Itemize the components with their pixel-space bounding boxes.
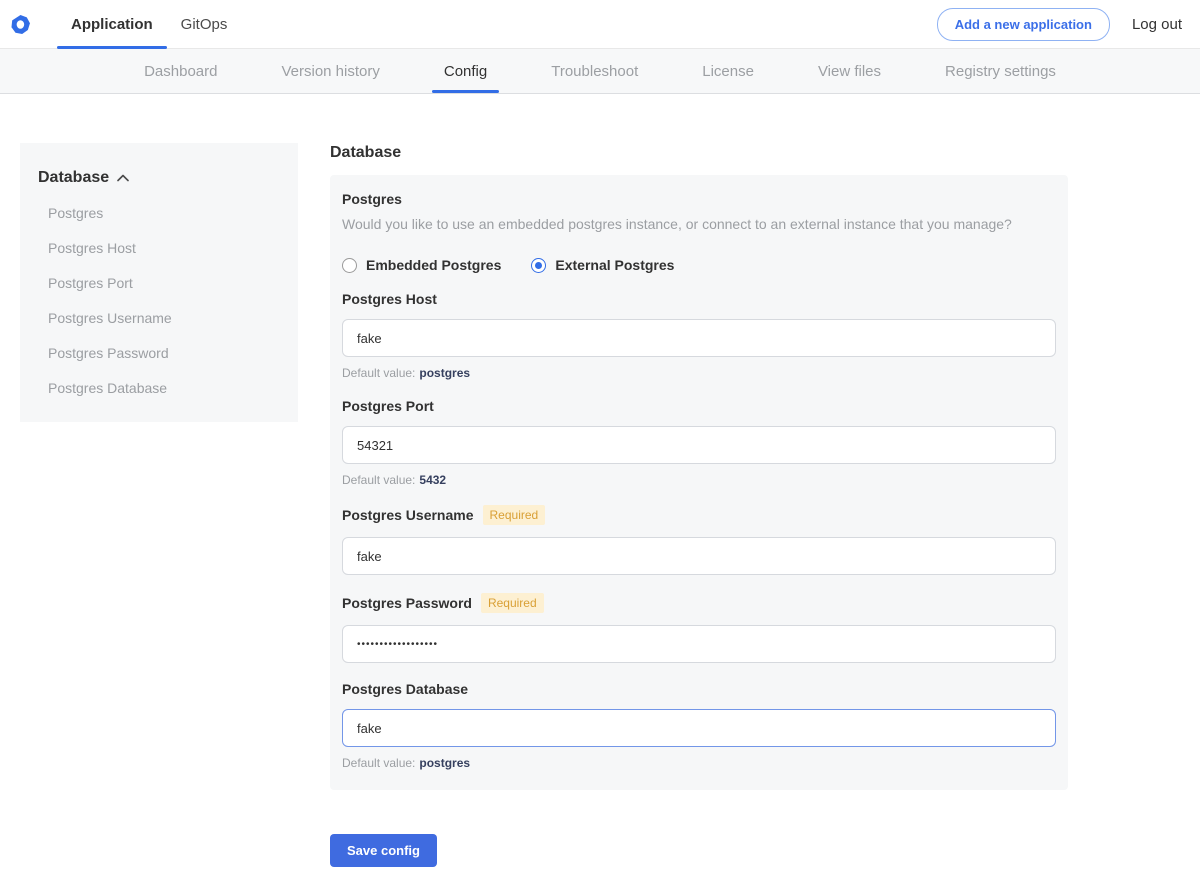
postgres-radio-group: Embedded Postgres External Postgres [342,257,1056,273]
radio-option-label: External Postgres [555,257,674,273]
field-default-row: Default value: postgres [342,366,1056,380]
sidebar-items: Postgres Postgres Host Postgres Port Pos… [38,196,282,406]
field-input[interactable] [342,537,1056,575]
logout-link[interactable]: Log out [1132,16,1182,33]
field-label-row: Postgres Password Required [342,593,1056,613]
default-value-prefix: Default value: [342,756,415,770]
chevron-up-icon [117,174,129,182]
subnav-item[interactable]: Config [442,49,489,93]
sidebar-group-database[interactable]: Database [38,169,282,187]
subnav-item-label: Registry settings [945,63,1056,80]
subnav-item-label: License [702,63,754,80]
config-field: Postgres Username Required [342,505,1056,575]
required-badge: Required [481,593,544,613]
field-label-row: Postgres Host [342,291,1056,307]
subnav-item[interactable]: License [700,49,756,93]
subnav-item-label: Version history [281,63,379,80]
default-value: postgres [419,756,470,770]
subnav-item[interactable]: View files [816,49,883,93]
field-label: Postgres Database [342,681,468,697]
default-value: 5432 [419,473,446,487]
config-group-title: Database [330,143,1068,162]
sidebar-item-label: Postgres Password [48,345,169,361]
add-new-application-button[interactable]: Add a new application [937,8,1110,41]
default-value-prefix: Default value: [342,366,415,380]
save-config-button[interactable]: Save config [330,834,437,867]
field-default-row: Default value: 5432 [342,473,1056,487]
header-tab-label: Application [71,16,153,33]
sidebar-item-label: Postgres Username [48,310,172,326]
radio-option-label: Embedded Postgres [366,257,501,273]
config-main: Database Postgres Would you like to use … [330,143,1068,867]
subnav-item[interactable]: Troubleshoot [549,49,640,93]
radio-option[interactable]: External Postgres [531,257,674,273]
header-tab-label: GitOps [181,16,228,33]
header-tab[interactable]: GitOps [167,0,242,48]
sidebar-item[interactable]: Postgres Username [38,301,282,336]
sidebar-item-label: Postgres [48,205,103,221]
config-field: Postgres Host Default value: postgres [342,291,1056,380]
field-input[interactable] [342,426,1056,464]
sidebar-item[interactable]: Postgres Port [38,266,282,301]
radio-option[interactable]: Embedded Postgres [342,257,501,273]
config-field: Postgres Password Required [342,593,1056,663]
config-field: Postgres Port Default value: 5432 [342,398,1056,487]
field-label: Postgres Host [342,291,437,307]
field-label: Postgres Port [342,398,434,414]
default-value-prefix: Default value: [342,473,415,487]
radio-icon [531,258,546,273]
field-label-row: Postgres Username Required [342,505,1056,525]
config-card: Postgres Would you like to use an embedd… [330,175,1068,790]
field-input[interactable] [342,625,1056,663]
default-value: postgres [419,366,470,380]
field-input[interactable] [342,319,1056,357]
subnav-item-label: Config [444,63,487,80]
config-sidebar: Database Postgres Postgres Host Postgres… [20,143,298,422]
header-tabs: Application GitOps [57,0,241,48]
sidebar-group-label: Database [38,169,109,187]
subnav-item-label: Dashboard [144,63,217,80]
replicated-logo-icon [10,14,31,35]
subnav-item-label: Troubleshoot [551,63,638,80]
sidebar-item[interactable]: Postgres Database [38,371,282,406]
sidebar-item-label: Postgres Port [48,275,133,291]
config-field: Postgres Database Default value: postgres [342,681,1056,770]
subnav-item-label: View files [818,63,881,80]
sidebar-item-label: Postgres Host [48,240,136,256]
sidebar-item[interactable]: Postgres [38,196,282,231]
required-badge: Required [483,505,546,525]
sidebar-item[interactable]: Postgres Password [38,336,282,371]
header-tab[interactable]: Application [57,0,167,48]
subnav-item[interactable]: Version history [279,49,381,93]
field-label: Postgres Password [342,595,472,611]
top-header: Application GitOps Add a new application… [0,0,1200,49]
radio-icon [342,258,357,273]
app-subnav: Dashboard Version history Config Trouble… [0,49,1200,94]
field-label-row: Postgres Database [342,681,1056,697]
postgres-group-label: Postgres [342,191,1056,207]
sidebar-item[interactable]: Postgres Host [38,231,282,266]
field-label-row: Postgres Port [342,398,1056,414]
field-default-row: Default value: postgres [342,756,1056,770]
field-label: Postgres Username [342,507,474,523]
header-right: Add a new application Log out [937,0,1182,48]
field-input[interactable] [342,709,1056,747]
app-logo[interactable] [10,0,31,48]
subnav-item[interactable]: Registry settings [943,49,1058,93]
postgres-group-help: Would you like to use an embedded postgr… [342,216,1056,233]
subnav-item[interactable]: Dashboard [142,49,219,93]
sidebar-item-label: Postgres Database [48,380,167,396]
